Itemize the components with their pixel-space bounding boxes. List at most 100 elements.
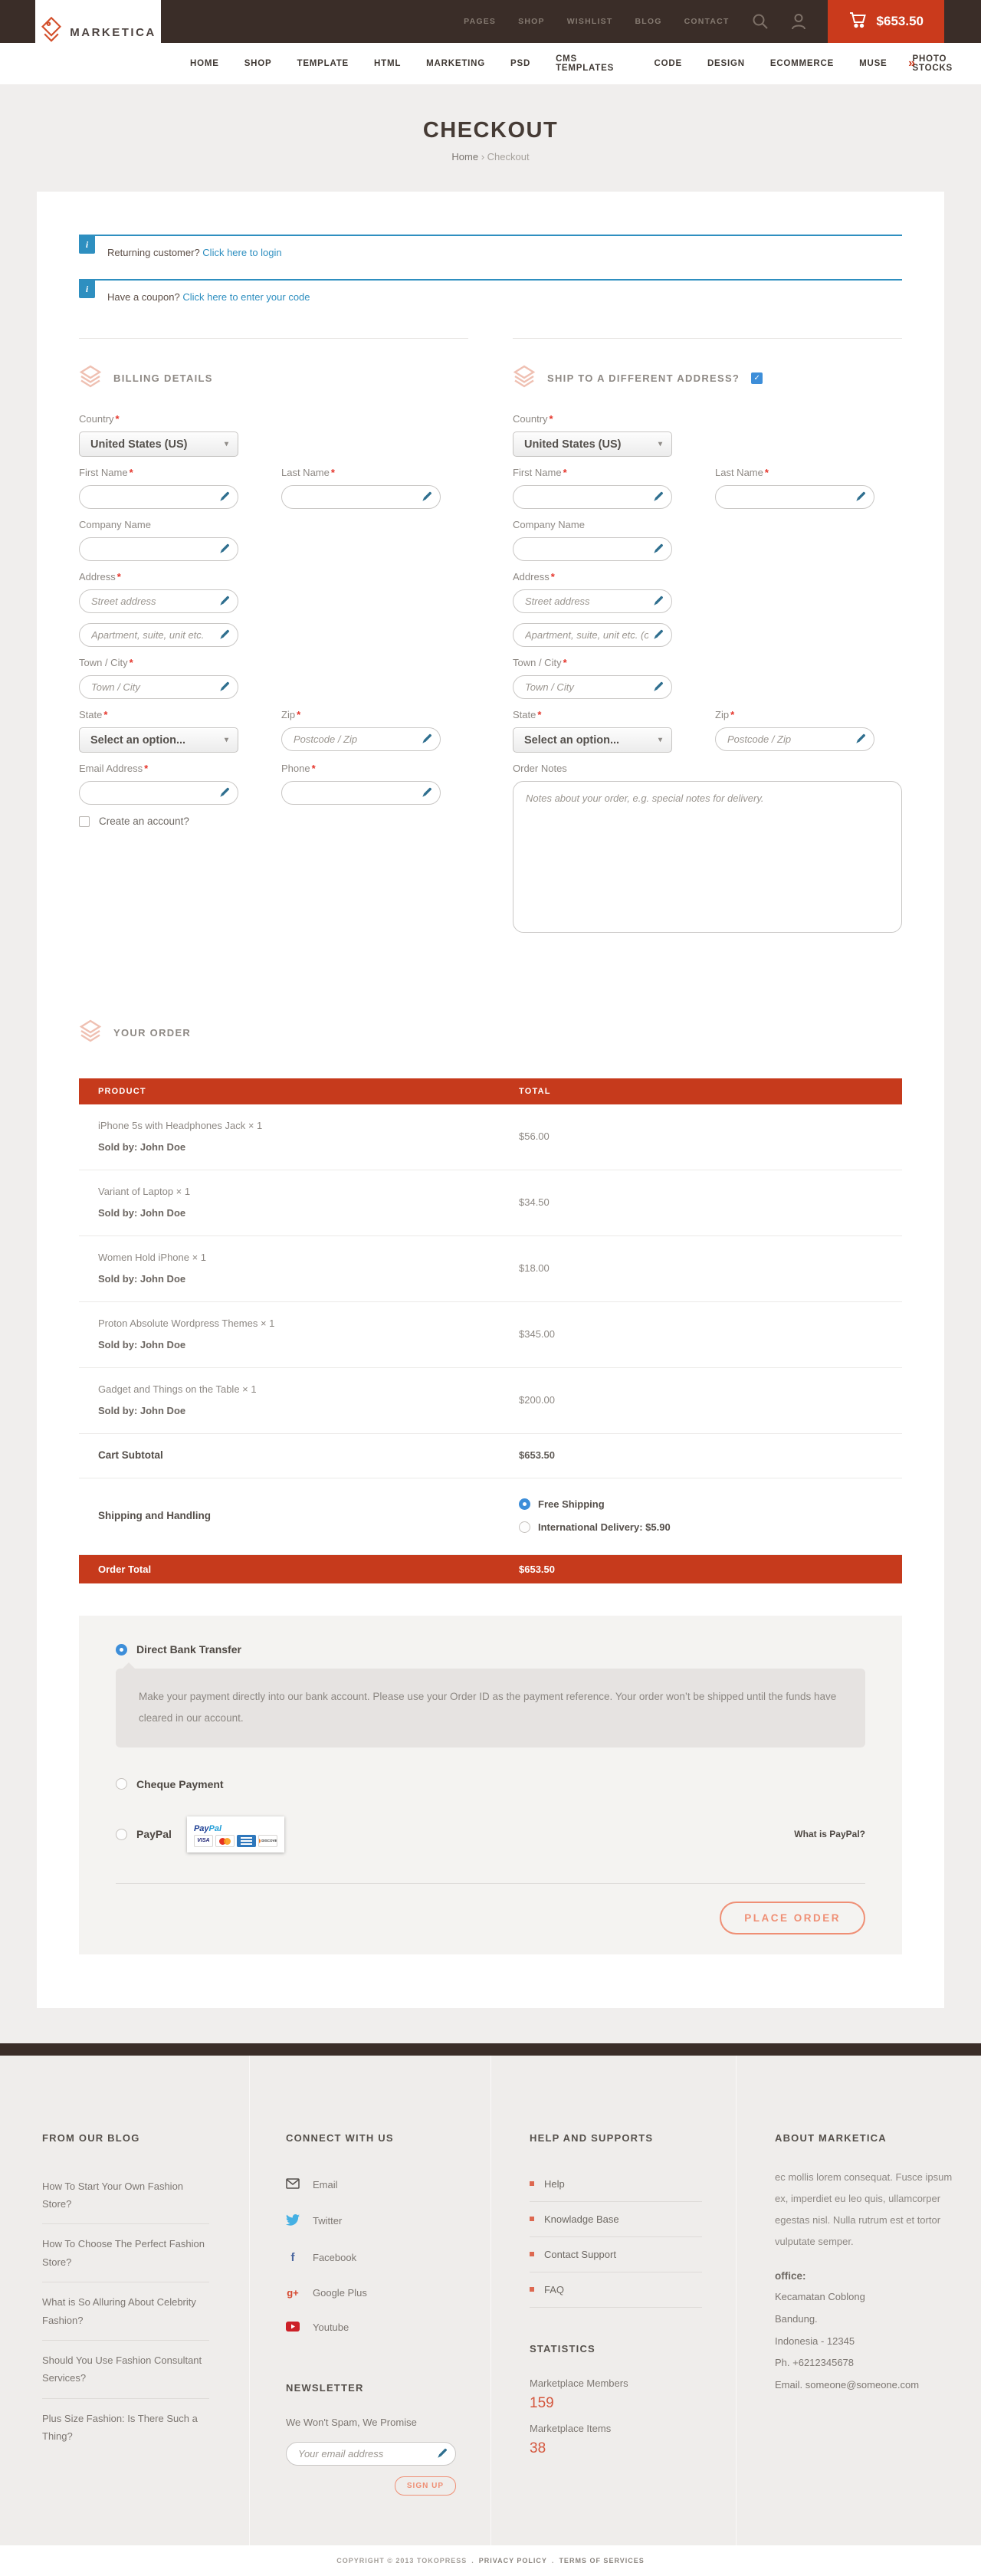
- billing-address2-input[interactable]: [79, 623, 238, 647]
- radio-unselected-icon: [116, 1778, 127, 1790]
- subnav-design[interactable]: DESIGN: [707, 59, 745, 68]
- cheque-payment-radio[interactable]: Cheque Payment: [116, 1778, 865, 1790]
- coupon-link[interactable]: Click here to enter your code: [182, 291, 310, 303]
- shipping-last-name-input[interactable]: [715, 485, 874, 509]
- subnav-photo-stocks[interactable]: PHOTO STOCKS: [913, 54, 981, 73]
- subnav-shop[interactable]: SHOP: [244, 59, 272, 68]
- login-link[interactable]: Click here to login: [202, 247, 281, 258]
- social-twitter-link[interactable]: Twitter: [286, 2203, 464, 2240]
- subnav-muse[interactable]: MUSE: [859, 59, 887, 68]
- billing-first-name-input[interactable]: [79, 485, 238, 509]
- subnav-psd[interactable]: PSD: [510, 59, 530, 68]
- zip-label: Zip: [281, 709, 295, 720]
- shipping-address2-input[interactable]: [513, 623, 672, 647]
- product-total: $34.50: [519, 1196, 902, 1208]
- signup-button[interactable]: SIGN UP: [395, 2476, 456, 2496]
- search-icon[interactable]: [752, 13, 769, 30]
- footer-top-strip: [0, 2043, 981, 2056]
- billing-street-address-input[interactable]: [79, 589, 238, 613]
- blog-link[interactable]: Plus Size Fashion: Is There Such a Thing…: [42, 2399, 209, 2456]
- billing-phone-input[interactable]: [281, 781, 441, 805]
- order-item-row: Women Hold iPhone × 1 Sold by: John Doe …: [79, 1236, 902, 1302]
- billing-email-input[interactable]: [79, 781, 238, 805]
- top-nav-shop[interactable]: SHOP: [518, 17, 545, 26]
- product-name: Variant of Laptop × 1: [98, 1186, 519, 1197]
- blog-link[interactable]: What is So Alluring About Celebrity Fash…: [42, 2282, 209, 2341]
- blog-link[interactable]: How To Start Your Own Fashion Store?: [42, 2167, 209, 2225]
- what-is-paypal-link[interactable]: What is PayPal?: [794, 1829, 865, 1839]
- shipping-street-address-input[interactable]: [513, 589, 672, 613]
- site-footer: FROM OUR BLOG How To Start Your Own Fash…: [0, 2056, 981, 2545]
- more-categories-icon[interactable]: »: [908, 57, 915, 71]
- footer-connect-title: CONNECT WITH US: [286, 2132, 464, 2144]
- terms-of-services-link[interactable]: TERMS OF SERVICES: [559, 2557, 644, 2565]
- top-nav-blog[interactable]: BLOG: [635, 17, 661, 26]
- blog-link[interactable]: Should You Use Fashion Consultant Servic…: [42, 2341, 209, 2399]
- ship-to-different-checkbox[interactable]: ✓: [751, 372, 763, 384]
- newsletter-title: NEWSLETTER: [286, 2382, 464, 2394]
- order-notes-textarea[interactable]: [513, 781, 902, 933]
- billing-company-input[interactable]: [79, 537, 238, 561]
- create-account-checkbox[interactable]: Create an account?: [79, 815, 468, 827]
- page-header: CHECKOUT Home › Checkout: [0, 84, 981, 192]
- radio-selected-icon: [519, 1498, 530, 1510]
- billing-zip-input[interactable]: [281, 727, 441, 751]
- subnav-ecommerce[interactable]: ECOMMERCE: [770, 59, 834, 68]
- required-marker: *: [563, 467, 567, 478]
- bullet-icon: [530, 2252, 534, 2256]
- billing-details-section: BILLING DETAILS Country* United States (…: [79, 338, 468, 827]
- footer-blog-column: FROM OUR BLOG How To Start Your Own Fash…: [0, 2056, 249, 2545]
- required-marker: *: [130, 657, 133, 668]
- subnav-template[interactable]: TEMPLATE: [297, 59, 349, 68]
- place-order-button[interactable]: PLACE ORDER: [720, 1902, 865, 1934]
- top-nav-pages[interactable]: PAGES: [464, 17, 496, 26]
- top-nav-wishlist[interactable]: WISHLIST: [567, 17, 613, 26]
- subnav-cms-templates[interactable]: CMS TEMPLATES: [556, 54, 628, 73]
- cart-button[interactable]: $653.50: [828, 0, 944, 43]
- required-marker: *: [312, 763, 316, 774]
- bank-transfer-radio[interactable]: Direct Bank Transfer: [116, 1643, 865, 1656]
- social-google-plus-link[interactable]: g+ Google Plus: [286, 2276, 464, 2310]
- subnav-home[interactable]: HOME: [190, 59, 219, 68]
- free-shipping-radio[interactable]: Free Shipping: [519, 1498, 902, 1510]
- order-table: PRODUCT TOTAL iPhone 5s with Headphones …: [79, 1078, 902, 1583]
- radio-unselected-icon[interactable]: [116, 1829, 127, 1840]
- billing-country-select[interactable]: United States (US) ▾: [79, 432, 238, 457]
- subnav-html[interactable]: HTML: [374, 59, 401, 68]
- breadcrumb-home[interactable]: Home: [451, 151, 478, 162]
- shipping-company-input[interactable]: [513, 537, 672, 561]
- paypal-label: PayPal: [136, 1828, 172, 1840]
- product-total: $18.00: [519, 1262, 902, 1274]
- product-total: $200.00: [519, 1394, 902, 1406]
- shipping-state-select[interactable]: Select an option... ▾: [513, 727, 672, 753]
- blog-link[interactable]: How To Choose The Perfect Fashion Store?: [42, 2224, 209, 2282]
- billing-town-input[interactable]: [79, 675, 238, 699]
- international-delivery-radio[interactable]: International Delivery: $5.90: [519, 1521, 902, 1533]
- shipping-country-select[interactable]: United States (US) ▾: [513, 432, 672, 457]
- subnav-marketing[interactable]: MARKETING: [426, 59, 485, 68]
- billing-state-select[interactable]: Select an option... ▾: [79, 727, 238, 753]
- social-youtube-link[interactable]: Youtube: [286, 2310, 464, 2345]
- select-value: Select an option...: [90, 734, 185, 747]
- paypal-radio-row: PayPal PayPal VISA DISCOVER What is PayP…: [116, 1816, 865, 1852]
- account-icon[interactable]: [791, 13, 806, 30]
- top-nav-contact[interactable]: CONTACT: [684, 17, 730, 26]
- footer-help-column: HELP AND SUPPORTS Help Knowladge Base Co…: [490, 2056, 736, 2545]
- shipping-zip-input[interactable]: [715, 727, 874, 751]
- bullet-icon: [530, 2181, 534, 2186]
- shipping-first-name-input[interactable]: [513, 485, 672, 509]
- required-marker: *: [103, 709, 107, 720]
- paypal-cards-image: PayPal VISA DISCOVER: [187, 1816, 284, 1852]
- country-label: Country: [79, 413, 114, 425]
- newsletter-email-input[interactable]: [286, 2442, 456, 2466]
- social-facebook-link[interactable]: f Facebook: [286, 2240, 464, 2276]
- billing-last-name-input[interactable]: [281, 485, 441, 509]
- subnav-code[interactable]: CODE: [655, 59, 682, 68]
- privacy-policy-link[interactable]: PRIVACY POLICY: [479, 2557, 547, 2565]
- cart-subtotal-row: Cart Subtotal $653.50: [79, 1434, 902, 1478]
- office-address: Kecamatan Coblong Bandung. Indonesia - 1…: [775, 2286, 954, 2396]
- shipping-town-input[interactable]: [513, 675, 672, 699]
- cart-total: $653.50: [877, 14, 924, 29]
- logo[interactable]: MARKETICA: [35, 0, 161, 64]
- social-email-link[interactable]: Email: [286, 2167, 464, 2203]
